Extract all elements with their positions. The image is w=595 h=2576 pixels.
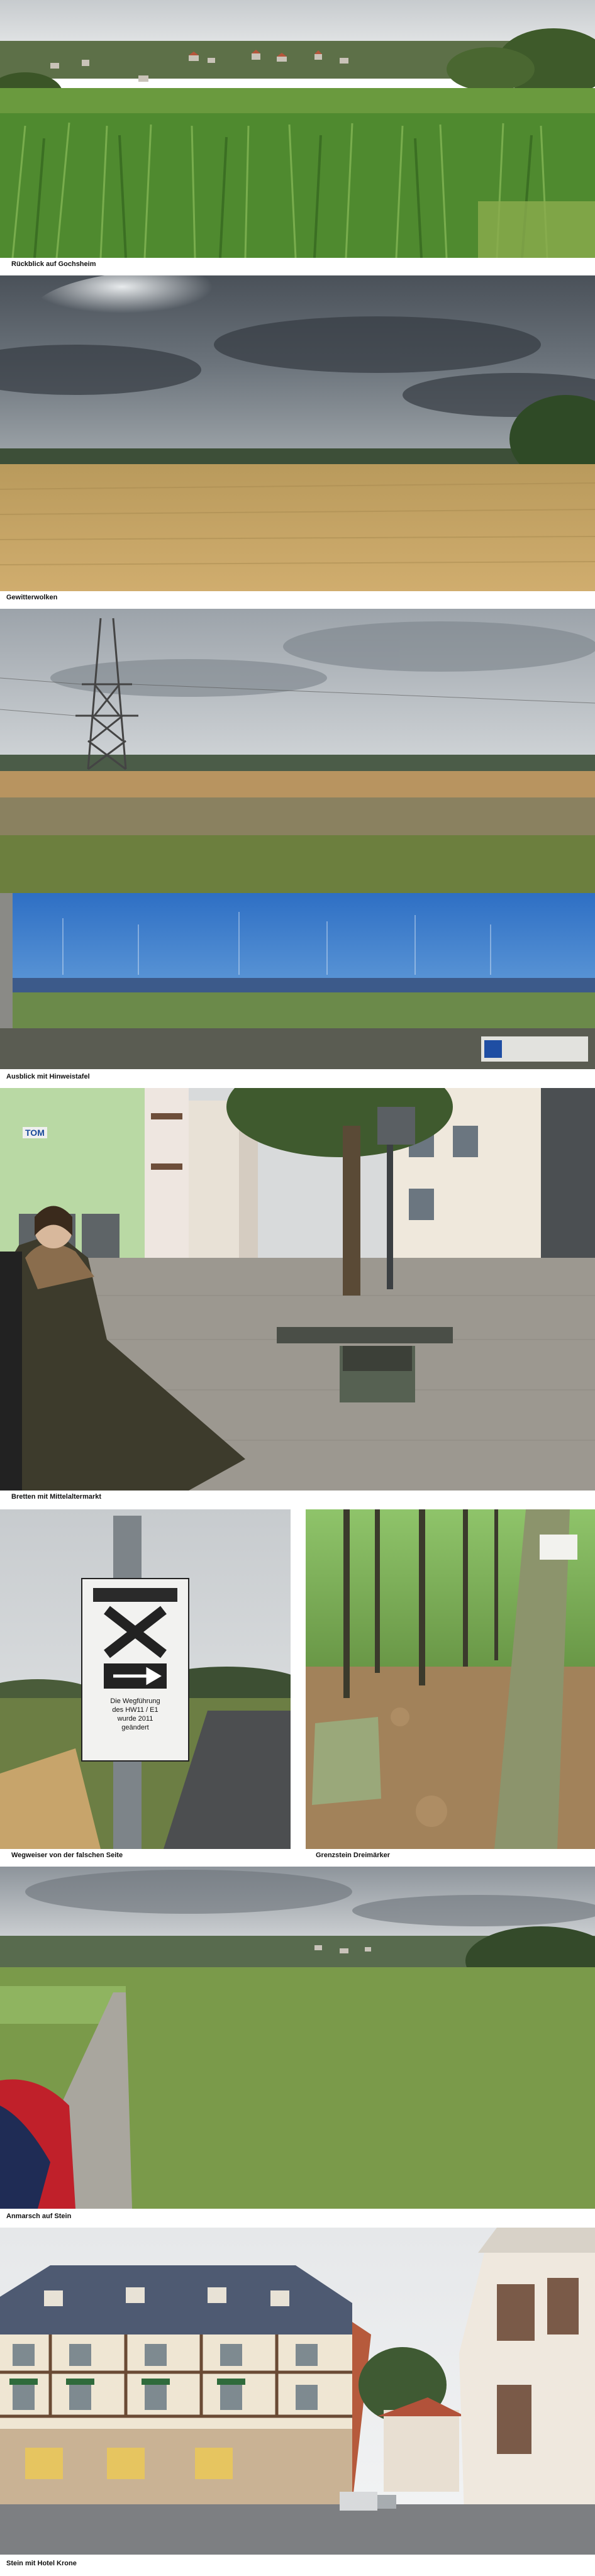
photo-anmarsch [0,1867,595,2209]
caption-gochsheim: Rückblick auf Gochsheim [11,260,96,268]
panorama-info-board [0,893,595,1069]
tom-shop-sign: TOM [23,1127,47,1138]
wegweiser-text-line: wurde 2011 [117,1715,153,1723]
photo-bretten [0,1088,595,1491]
caption-ausblick: Ausblick mit Hinweistafel [6,1073,90,1080]
photo-wegweiser [0,1509,291,1849]
wegweiser-text-line: geändert [121,1724,149,1731]
photo-grenzstein [306,1509,595,1849]
wegweiser-sign-text: Die Wegführung des HW11 / E1 wurde 2011 … [83,1697,187,1732]
caption-grenzstein: Grenzstein Dreimärker [316,1852,390,1859]
wegweiser-text-line: des HW11 / E1 [112,1706,158,1714]
caption-wegweiser: Wegweiser von der falschen Seite [11,1852,123,1859]
caption-anmarsch: Anmarsch auf Stein [6,2212,72,2220]
caption-stein: Stein mit Hotel Krone [6,2560,77,2567]
photo-ausblick-landscape [0,609,595,898]
caption-gewitterwolken: Gewitterwolken [6,594,58,601]
photo-gochsheim [0,0,595,258]
photo-gewitterwolken [0,275,595,591]
photo-stein-hotel-krone [0,2228,595,2555]
wegweiser-text-line: Die Wegführung [110,1697,160,1705]
caption-bretten: Bretten mit Mittelaltermarkt [11,1493,102,1501]
